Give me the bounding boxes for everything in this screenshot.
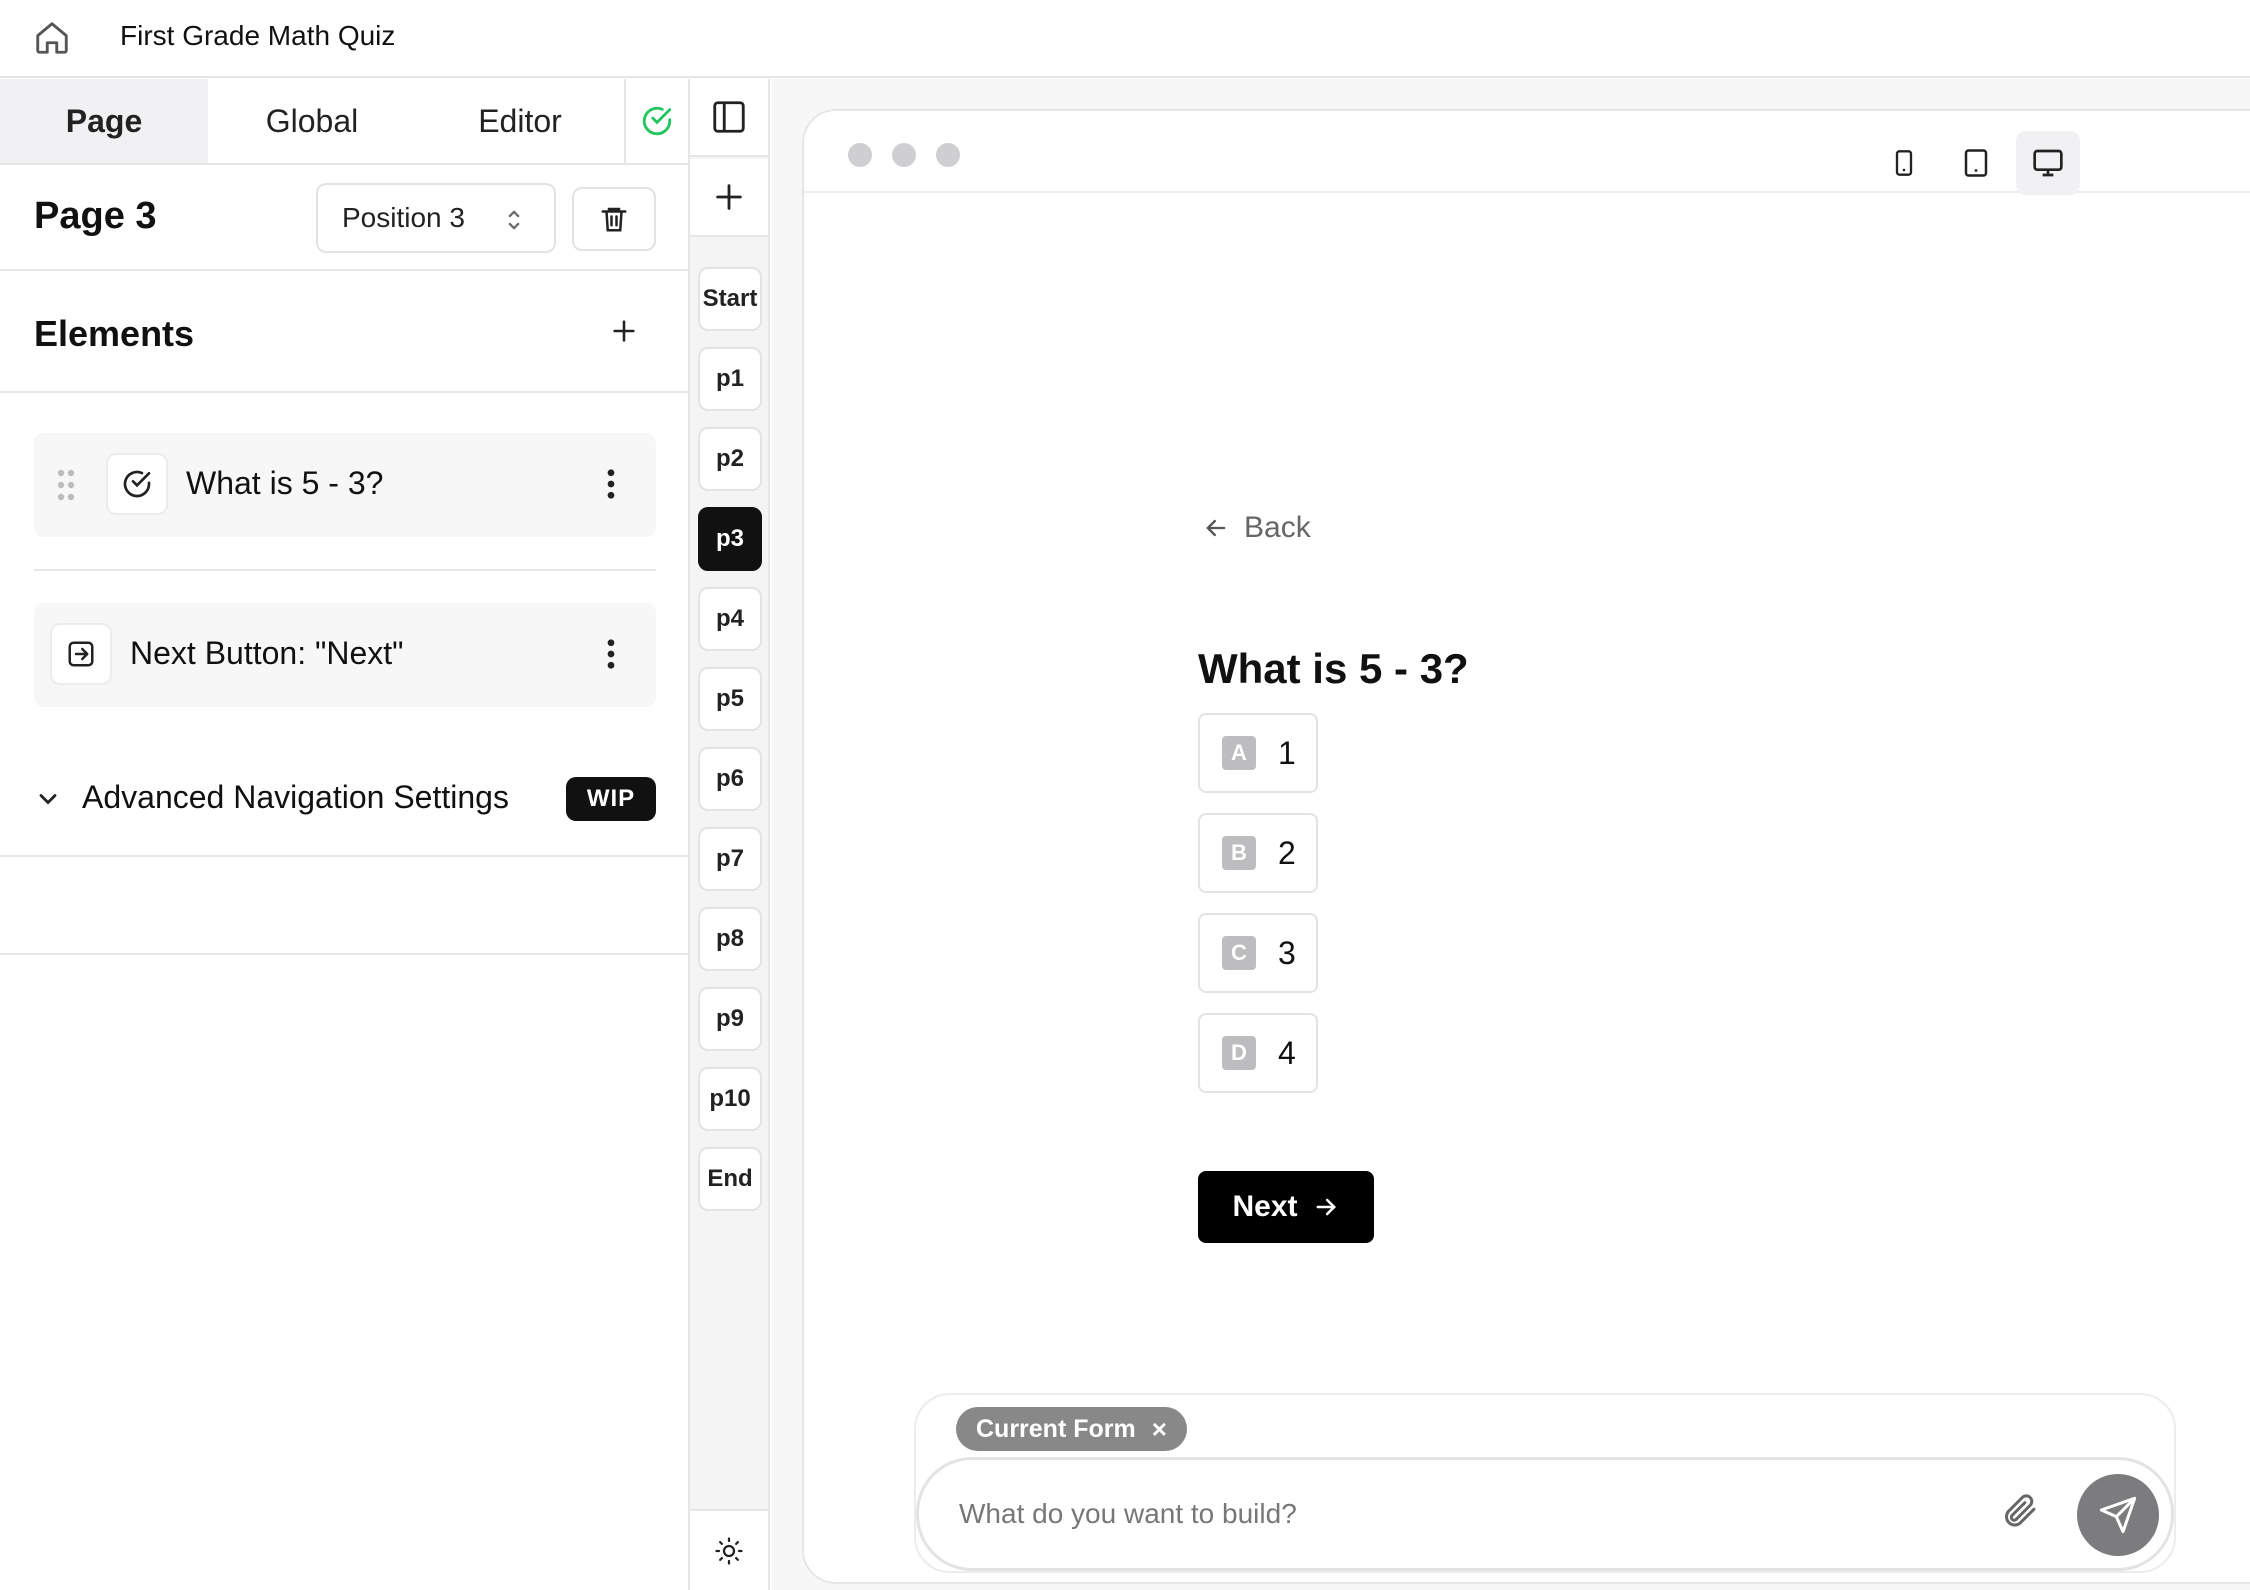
page-pill-p3[interactable]: p3 (698, 507, 762, 571)
phone-icon (1895, 150, 1913, 176)
answer-option-c[interactable]: C 3 (1198, 913, 1318, 993)
close-icon[interactable]: × (1152, 1414, 1167, 1445)
context-chip-label: Current Form (976, 1414, 1136, 1443)
app-title: First Grade Math Quiz (120, 20, 396, 51)
theme-toggle-button[interactable] (690, 1509, 768, 1590)
option-value: 2 (1278, 834, 1296, 871)
tab-global[interactable]: Global (208, 79, 416, 163)
wip-badge: WIP (566, 777, 656, 821)
mobile-view-button[interactable] (1872, 131, 1936, 195)
delete-page-button[interactable] (572, 187, 656, 251)
add-element-button[interactable] (604, 311, 644, 351)
option-value: 3 (1278, 934, 1296, 971)
add-page-button[interactable] (690, 159, 768, 237)
top-bar: First Grade Math Quiz (0, 0, 2250, 78)
drag-handle-icon[interactable] (56, 469, 76, 501)
chat-input-box (916, 1457, 2174, 1571)
option-key: D (1222, 1036, 1256, 1070)
preview-area: Back What is 5 - 3? A 1 B 2 C 3 D 4 Next… (772, 79, 2250, 1590)
desktop-view-button[interactable] (2016, 131, 2080, 195)
chat-input[interactable] (959, 1498, 1959, 1530)
left-panel: Page Global Editor Page 3 Position 3 Ele… (0, 79, 690, 1590)
option-key: A (1222, 736, 1256, 770)
elements-header: Elements (0, 273, 688, 393)
option-key: C (1222, 936, 1256, 970)
chevron-up-down-icon (508, 210, 520, 230)
element-label: Next Button: "Next" (130, 635, 404, 671)
more-vertical-icon[interactable] (606, 639, 616, 669)
page-pill-p2[interactable]: p2 (698, 427, 762, 491)
answer-option-d[interactable]: D 4 (1198, 1013, 1318, 1093)
monitor-icon (2033, 149, 2063, 177)
page-header-row: Page 3 Position 3 (0, 165, 688, 271)
window-dot (936, 143, 960, 167)
page-pill-p6[interactable]: p6 (698, 747, 762, 811)
advanced-navigation-settings[interactable]: Advanced Navigation Settings WIP (0, 741, 688, 857)
option-key: B (1222, 836, 1256, 870)
send-icon (2099, 1496, 2137, 1534)
element-type-icon (50, 623, 112, 685)
arrow-left-icon (1206, 519, 1226, 537)
page-pill-p10[interactable]: p10 (698, 1067, 762, 1131)
next-button-label: Next (1232, 1190, 1298, 1223)
home-button[interactable] (30, 16, 74, 60)
chat-composer: Current Form × (914, 1393, 2176, 1573)
element-card-next-button[interactable]: Next Button: "Next" (34, 603, 656, 707)
sidebar-icon (713, 101, 745, 133)
tab-editor[interactable]: Editor (416, 79, 624, 163)
window-dot (892, 143, 916, 167)
toggle-sidebar-button[interactable] (690, 79, 768, 157)
tablet-view-button[interactable] (1944, 131, 2008, 195)
answer-option-b[interactable]: B 2 (1198, 813, 1318, 893)
check-circle-icon (123, 470, 151, 498)
advanced-navigation-label: Advanced Navigation Settings (82, 779, 509, 815)
save-status (624, 79, 688, 163)
position-select[interactable]: Position 3 (316, 183, 556, 253)
page-pill-start[interactable]: Start (698, 267, 762, 331)
sun-icon (715, 1536, 743, 1565)
next-button[interactable]: Next (1198, 1171, 1374, 1243)
window-dot (848, 143, 872, 167)
back-link[interactable]: Back (1202, 511, 1311, 545)
home-icon (36, 22, 68, 54)
browser-toolbar (804, 111, 2250, 195)
element-type-icon (106, 453, 168, 515)
arrow-right-box-icon (68, 641, 94, 667)
position-select-value: Position 3 (342, 202, 465, 233)
panel-tabs: Page Global Editor (0, 79, 688, 165)
question-title: What is 5 - 3? (1198, 645, 1469, 692)
empty-section (0, 859, 688, 955)
divider (34, 569, 656, 571)
send-button[interactable] (2077, 1474, 2159, 1556)
page-pill-p8[interactable]: p8 (698, 907, 762, 971)
tab-page[interactable]: Page (0, 79, 208, 163)
arrow-right-icon (1316, 1198, 1336, 1216)
paperclip-icon[interactable] (1999, 1490, 2039, 1530)
back-label: Back (1244, 511, 1311, 544)
tablet-icon (1964, 149, 1988, 177)
page-pill-end[interactable]: End (698, 1147, 762, 1211)
trash-icon (601, 207, 627, 232)
page-title: Page 3 (34, 195, 157, 237)
context-chip[interactable]: Current Form × (956, 1407, 1187, 1451)
elements-title: Elements (34, 313, 195, 354)
element-card-question[interactable]: What is 5 - 3? (34, 433, 656, 537)
option-value: 1 (1278, 734, 1296, 771)
page-pill-p7[interactable]: p7 (698, 827, 762, 891)
page-pill-p5[interactable]: p5 (698, 667, 762, 731)
page-pill-p1[interactable]: p1 (698, 347, 762, 411)
chevron-down-icon (39, 794, 57, 805)
check-circle-icon (642, 106, 672, 136)
plus-icon (613, 320, 635, 342)
plus-icon (716, 184, 742, 210)
option-value: 4 (1278, 1034, 1296, 1071)
page-pill-p9[interactable]: p9 (698, 987, 762, 1051)
answer-option-a[interactable]: A 1 (1198, 713, 1318, 793)
more-vertical-icon[interactable] (606, 469, 616, 499)
element-label: What is 5 - 3? (186, 465, 384, 501)
browser-frame: Back What is 5 - 3? A 1 B 2 C 3 D 4 Next… (802, 109, 2250, 1584)
page-pill-p4[interactable]: p4 (698, 587, 762, 651)
page-strip: Start p1 p2 p3 p4 p5 p6 p7 p8 p9 p10 End (690, 79, 770, 1590)
